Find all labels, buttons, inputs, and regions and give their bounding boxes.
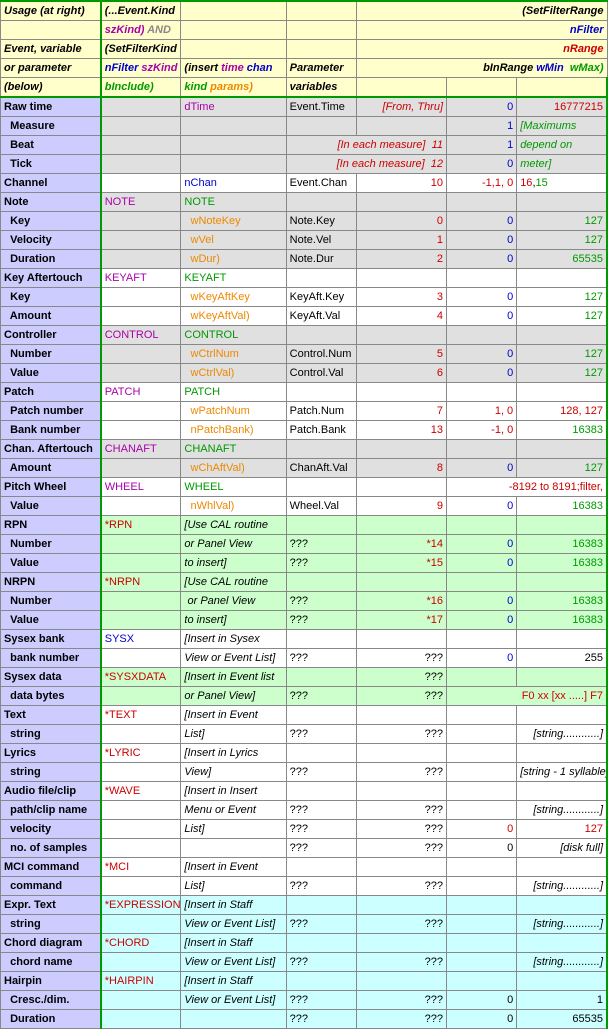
reference-table: Usage (at right)(...Event.Kind(SetFilter…	[0, 0, 608, 1029]
